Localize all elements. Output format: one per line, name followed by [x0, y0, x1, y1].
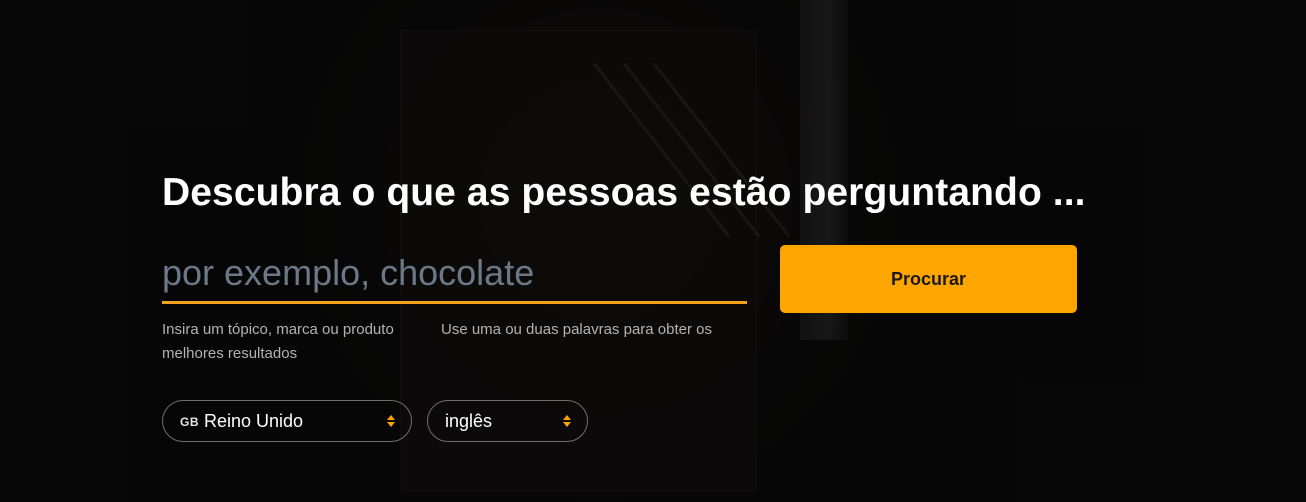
- search-input[interactable]: [162, 250, 747, 304]
- search-hint-words: Use uma ou duas palavras para obter os: [441, 321, 712, 338]
- country-select-value: Reino Unido: [204, 410, 304, 431]
- search-button[interactable]: Procurar: [780, 245, 1077, 313]
- country-flag: GB: [180, 415, 199, 429]
- sort-arrows-icon: [387, 415, 395, 427]
- sort-arrows-icon: [563, 415, 571, 427]
- page-title: Descubra o que as pessoas estão pergunta…: [162, 171, 1086, 214]
- search-hero: Descubra o que as pessoas estão pergunta…: [162, 0, 1162, 502]
- country-select[interactable]: GB Reino Unido: [162, 400, 412, 442]
- search-field-wrapper: [162, 250, 747, 308]
- language-select-value: inglês: [445, 410, 493, 431]
- search-hint-topic: Insira um tópico, marca ou produto melho…: [162, 321, 394, 362]
- language-select[interactable]: inglês: [427, 400, 588, 442]
